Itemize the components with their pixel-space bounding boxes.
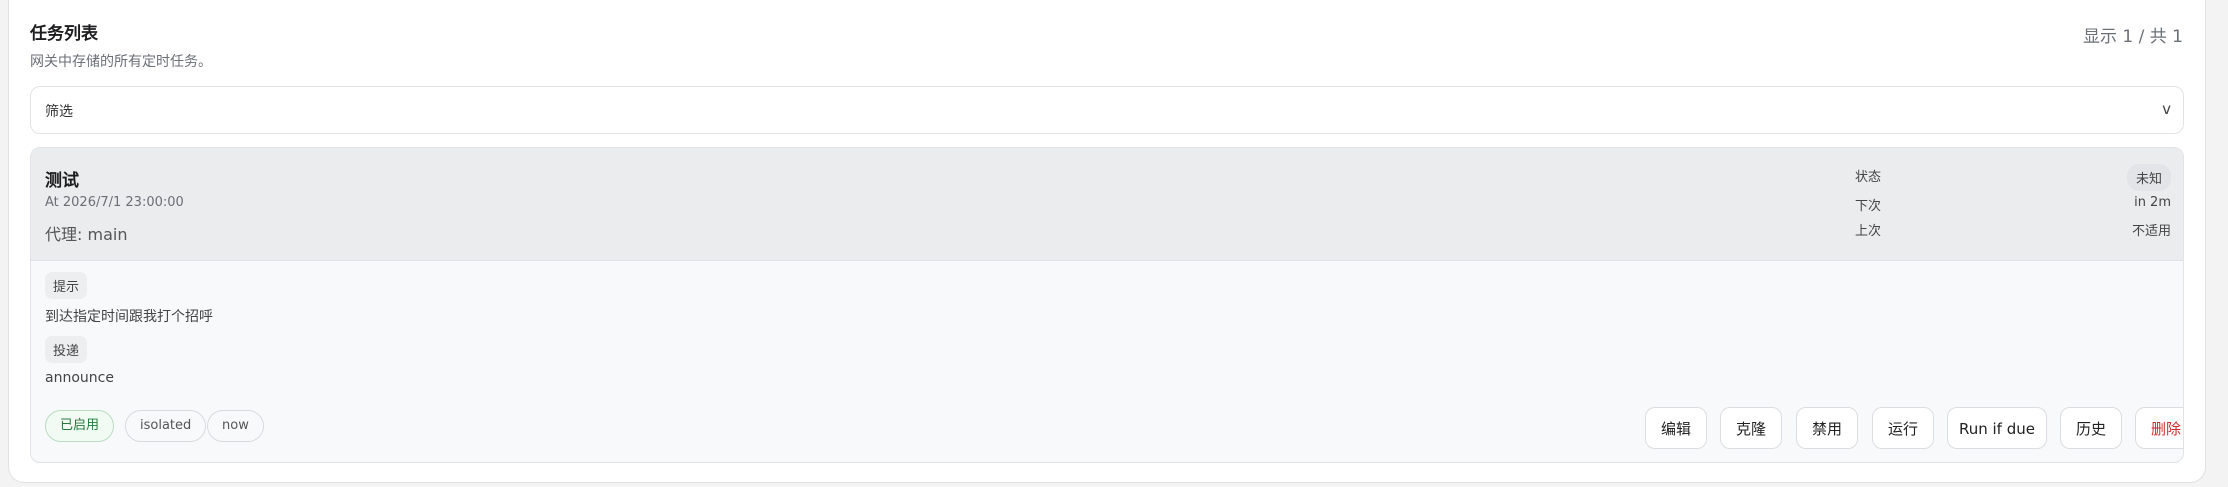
status-badge: 未知 (2126, 164, 2171, 191)
run-if-due-button[interactable]: Run if due (1947, 407, 2047, 449)
edit-button[interactable]: 编辑 (1645, 407, 1707, 449)
clone-button[interactable]: 克隆 (1720, 407, 1782, 449)
wake-pill: now (207, 410, 264, 442)
filter-label: 筛选 (45, 104, 73, 120)
next-run-value: in 2m (2134, 195, 2171, 210)
delivery-tag: 投递 (45, 336, 88, 363)
filter-dropdown[interactable]: 筛选 v (30, 86, 2184, 134)
job-card-header: 测试 At 2026/7/1 23:00:00 代理: main 状态 未知 下… (31, 148, 2183, 261)
status-label: 状态 (1855, 170, 1882, 185)
task-list-panel: 任务列表 网关中存储的所有定时任务。 显示 1 / 共 1 筛选 v 测试 At… (8, 0, 2206, 483)
job-agent: 代理: main (45, 225, 128, 244)
prompt-text: 到达指定时间跟我打个招呼 (45, 309, 213, 325)
chevron-down-icon: v (2162, 100, 2171, 118)
prompt-tag: 提示 (45, 272, 88, 299)
session-pill: isolated (125, 410, 207, 442)
next-run-label: 下次 (1855, 199, 1882, 214)
history-button[interactable]: 历史 (2060, 407, 2122, 449)
disable-button[interactable]: 禁用 (1796, 407, 1858, 449)
last-run-value: 不适用 (2131, 224, 2171, 239)
run-button[interactable]: 运行 (1872, 407, 1934, 449)
last-run-label: 上次 (1855, 224, 1882, 239)
result-count: 显示 1 / 共 1 (2083, 27, 2183, 47)
job-schedule: At 2026/7/1 23:00:00 (45, 195, 184, 210)
enabled-pill: 已启用 (45, 410, 115, 442)
page-title: 任务列表 (30, 24, 98, 44)
delivery-text: announce (45, 370, 114, 386)
delete-button[interactable]: 删除 (2135, 407, 2183, 449)
job-name: 测试 (45, 171, 79, 191)
page-subtitle: 网关中存储的所有定时任务。 (30, 54, 212, 70)
job-card: 测试 At 2026/7/1 23:00:00 代理: main 状态 未知 下… (30, 147, 2184, 463)
